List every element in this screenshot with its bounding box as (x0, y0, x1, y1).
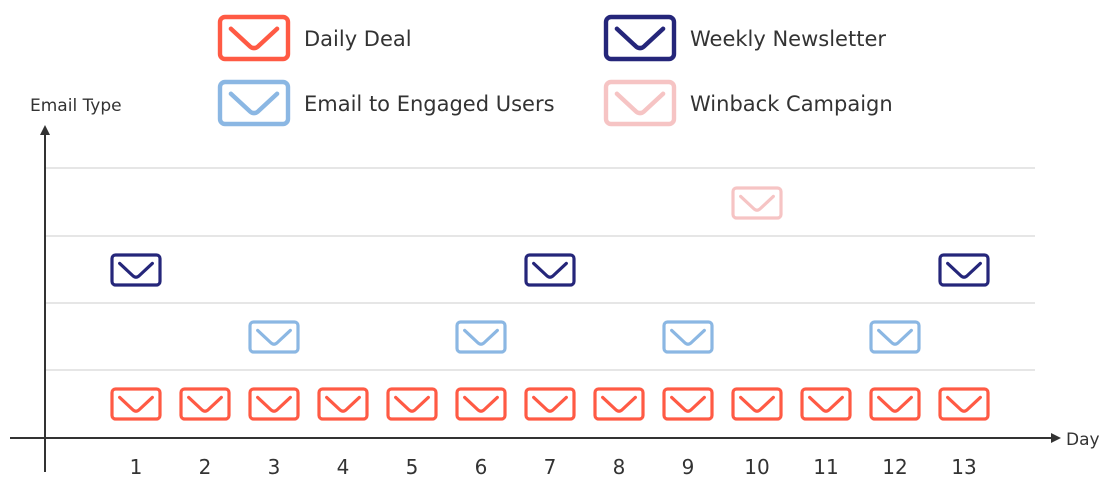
x-tick-label: 3 (268, 455, 281, 479)
y-axis-label: Email Type (30, 96, 122, 116)
x-tick-label: 7 (544, 455, 557, 479)
x-tick-label: 13 (951, 455, 976, 479)
x-tick-label: 12 (882, 455, 907, 479)
envelope-icon (731, 387, 783, 421)
envelope-icon (662, 387, 714, 421)
x-tick-label: 4 (337, 455, 350, 479)
x-tick-labels: 1 2 3 4 5 6 7 8 9 10 11 12 13 (130, 455, 977, 479)
envelope-icon (110, 253, 162, 287)
envelope-icon (938, 253, 990, 287)
legend-label: Weekly Newsletter (690, 27, 886, 51)
envelope-icon (938, 387, 990, 421)
envelope-icon (248, 387, 300, 421)
legend-envelope-icon (603, 79, 677, 127)
envelope-icon (110, 387, 162, 421)
x-tick-label: 11 (813, 455, 838, 479)
envelope-icon (800, 387, 852, 421)
x-tick-label: 6 (475, 455, 488, 479)
x-tick-label: 8 (613, 455, 626, 479)
legend-label: Daily Deal (304, 27, 412, 51)
envelope-icon (248, 320, 300, 354)
legend-envelope-icon (217, 79, 291, 127)
envelope-icon (869, 387, 921, 421)
chart-canvas: Email Type Day 1 2 3 4 5 6 7 8 9 10 11 12 13 Daily D… (10, 14, 1100, 479)
envelope-icon (524, 387, 576, 421)
legend-item: Daily Deal (217, 14, 412, 62)
envelope-icon (593, 387, 645, 421)
legend-item: Weekly Newsletter (603, 14, 886, 62)
legend: Daily Deal Email to Engaged Users Weekly N… (217, 14, 893, 127)
legend-item: Winback Campaign (603, 79, 893, 127)
envelope-icon (386, 387, 438, 421)
legend-envelope-icon (603, 14, 677, 62)
envelope-icon (869, 320, 921, 354)
x-tick-label: 5 (406, 455, 419, 479)
legend-item: Email to Engaged Users (217, 79, 555, 127)
envelope-icon (455, 387, 507, 421)
envelope-icon (731, 186, 783, 220)
envelope-icon (179, 387, 231, 421)
envelope-icon (662, 320, 714, 354)
legend-label: Winback Campaign (690, 92, 893, 116)
legend-label: Email to Engaged Users (304, 92, 555, 116)
x-tick-label: 2 (199, 455, 212, 479)
envelope-icon (524, 253, 576, 287)
x-tick-label: 1 (130, 455, 143, 479)
email-schedule-chart: Email Type Day 1 2 3 4 5 6 7 8 9 10 11 12 13 Daily D… (0, 0, 1102, 479)
x-tick-label: 10 (744, 455, 769, 479)
x-axis-label: Day (1066, 430, 1100, 450)
envelope-icon (455, 320, 507, 354)
envelope-icon (317, 387, 369, 421)
x-tick-label: 9 (682, 455, 695, 479)
legend-envelope-icon (217, 14, 291, 62)
